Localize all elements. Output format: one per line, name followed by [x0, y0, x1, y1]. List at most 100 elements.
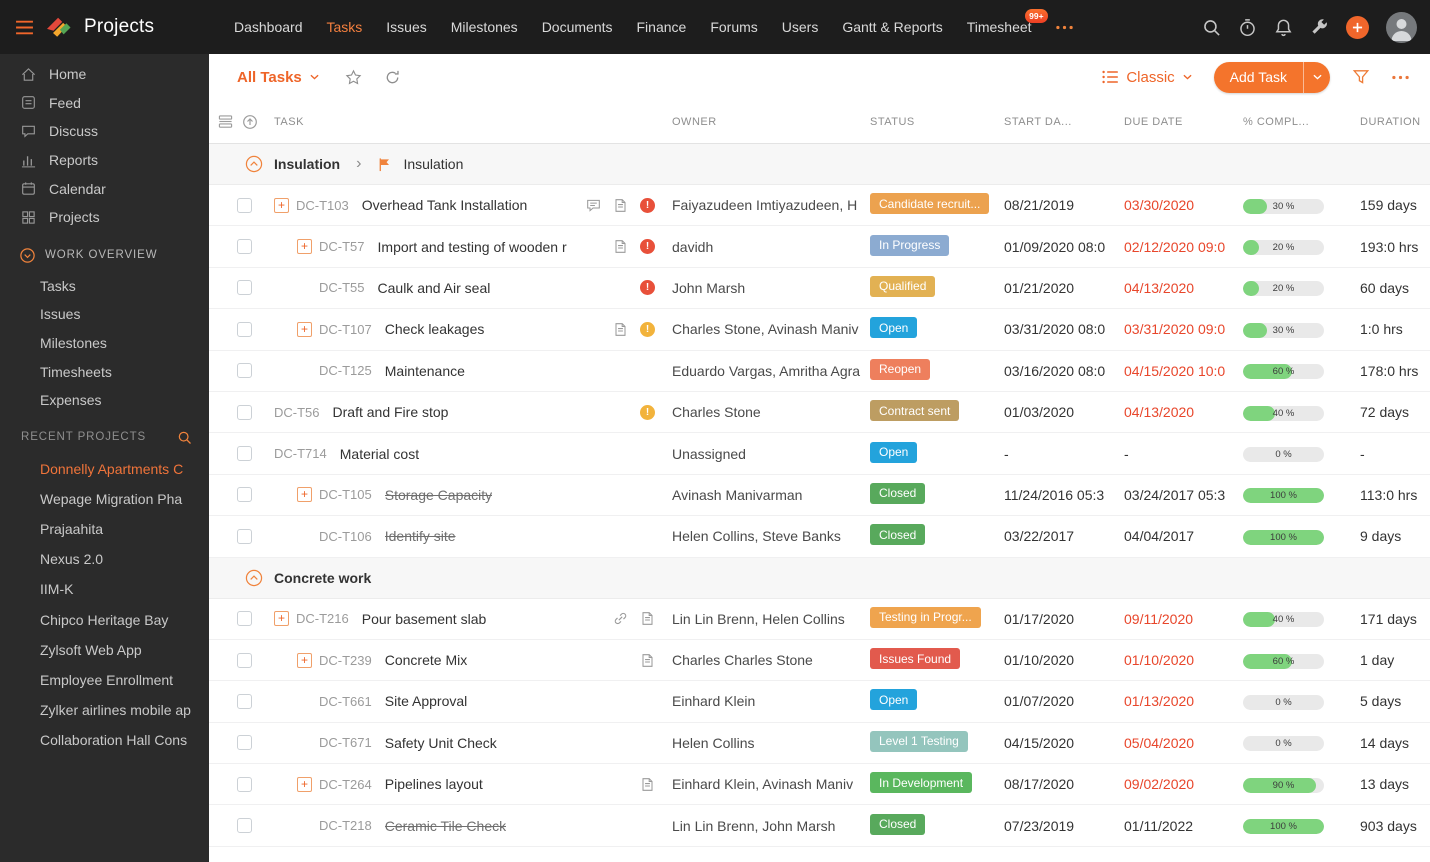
table-row[interactable]: DC-T106Identify siteHelen Collins, Steve…: [209, 516, 1430, 557]
status-badge[interactable]: Closed: [870, 814, 925, 835]
task-title[interactable]: Site Approval: [385, 693, 468, 709]
row-checkbox[interactable]: [237, 694, 252, 709]
recent-project-donnelly-apartments-c[interactable]: Donnelly Apartments C: [0, 454, 209, 484]
table-row[interactable]: +DC-T264Pipelines layoutEinhard Klein, A…: [209, 764, 1430, 805]
work-overview-item-expenses[interactable]: Expenses: [0, 386, 209, 415]
row-checkbox[interactable]: [237, 611, 252, 626]
status-badge[interactable]: Closed: [870, 524, 925, 545]
column-header-due-date[interactable]: DUE DATE: [1124, 116, 1243, 128]
work-overview-header[interactable]: WORK OVERVIEW: [0, 239, 209, 272]
table-row[interactable]: DC-T671Safety Unit CheckHelen CollinsLev…: [209, 723, 1430, 764]
column-header-task[interactable]: TASK: [274, 116, 672, 128]
task-title[interactable]: Material cost: [340, 446, 419, 462]
row-checkbox[interactable]: [237, 777, 252, 792]
row-checkbox[interactable]: [237, 653, 252, 668]
expand-subtasks-button[interactable]: +: [297, 487, 312, 502]
view-selector-dropdown[interactable]: Classic: [1102, 69, 1191, 86]
sidebar-item-discuss[interactable]: Discuss: [0, 117, 209, 146]
nav-item-tasks[interactable]: Tasks: [327, 19, 363, 35]
task-title[interactable]: Pour basement slab: [362, 611, 487, 627]
expand-subtasks-button[interactable]: +: [274, 198, 289, 213]
row-checkbox[interactable]: [237, 322, 252, 337]
recent-project-zylker-airlines-mobile-ap[interactable]: Zylker airlines mobile ap: [0, 695, 209, 725]
task-title[interactable]: Draft and Fire stop: [333, 404, 449, 420]
add-task-button[interactable]: Add Task: [1214, 62, 1303, 93]
status-badge[interactable]: Testing in Progr...: [870, 607, 981, 628]
nav-item-timesheet[interactable]: Timesheet99+: [967, 19, 1032, 35]
table-row[interactable]: DC-T661Site ApprovalEinhard KleinOpen01/…: [209, 681, 1430, 722]
tasklist-name[interactable]: Insulation: [274, 156, 340, 172]
table-row[interactable]: DC-T55Caulk and Air seal!John MarshQuali…: [209, 268, 1430, 309]
task-title[interactable]: Safety Unit Check: [385, 735, 497, 751]
work-overview-item-tasks[interactable]: Tasks: [0, 272, 209, 301]
nav-more-icon[interactable]: [1056, 25, 1073, 30]
row-checkbox[interactable]: [237, 363, 252, 378]
task-title[interactable]: Identify site: [385, 528, 456, 544]
status-badge[interactable]: Qualified: [870, 276, 935, 297]
project-search-icon[interactable]: [177, 430, 192, 445]
recent-project-collaboration-hall-cons[interactable]: Collaboration Hall Cons: [0, 725, 209, 755]
expand-subtasks-button[interactable]: +: [297, 239, 312, 254]
column-header-percent-complete[interactable]: % COMPL...: [1243, 116, 1360, 128]
recent-project-chipco-heritage-bay[interactable]: Chipco Heritage Bay: [0, 604, 209, 634]
nav-item-dashboard[interactable]: Dashboard: [234, 19, 303, 35]
task-title[interactable]: Overhead Tank Installation: [362, 197, 528, 213]
nav-item-gantt-reports[interactable]: Gantt & Reports: [842, 19, 942, 35]
status-badge[interactable]: Closed: [870, 483, 925, 504]
nav-item-milestones[interactable]: Milestones: [451, 19, 518, 35]
setup-icon[interactable]: [1310, 18, 1329, 37]
status-badge[interactable]: In Progress: [870, 235, 949, 256]
task-title[interactable]: Ceramic Tile Check: [385, 818, 506, 834]
table-row[interactable]: DC-T714Material costUnassignedOpen--0 %-: [209, 433, 1430, 474]
status-badge[interactable]: Open: [870, 689, 917, 710]
sort-order-icon[interactable]: [242, 114, 258, 130]
table-row[interactable]: +DC-T105Storage CapacityAvinash Manivarm…: [209, 475, 1430, 516]
column-header-duration[interactable]: DURATION: [1360, 116, 1430, 128]
nav-item-issues[interactable]: Issues: [386, 19, 426, 35]
timer-icon[interactable]: [1238, 18, 1257, 37]
sidebar-item-home[interactable]: Home: [0, 60, 209, 89]
status-badge[interactable]: Contract sent: [870, 400, 959, 421]
task-title[interactable]: Caulk and Air seal: [378, 280, 491, 296]
task-title[interactable]: Storage Capacity: [385, 487, 492, 503]
status-badge[interactable]: Issues Found: [870, 648, 960, 669]
hamburger-menu-icon[interactable]: [15, 20, 34, 35]
search-icon[interactable]: [1202, 18, 1221, 37]
table-row[interactable]: DC-T125MaintenanceEduardo Vargas, Amrith…: [209, 351, 1430, 392]
expand-subtasks-button[interactable]: +: [297, 777, 312, 792]
nav-item-users[interactable]: Users: [782, 19, 819, 35]
table-row[interactable]: +DC-T57Import and testing of wooden r!da…: [209, 226, 1430, 267]
status-badge[interactable]: Reopen: [870, 359, 930, 380]
nav-item-finance[interactable]: Finance: [637, 19, 687, 35]
column-header-owner[interactable]: OWNER: [672, 116, 870, 128]
expand-subtasks-button[interactable]: +: [274, 611, 289, 626]
row-checkbox[interactable]: [237, 735, 252, 750]
status-badge[interactable]: Candidate recruit...: [870, 193, 989, 214]
sidebar-item-calendar[interactable]: Calendar: [0, 174, 209, 203]
status-badge[interactable]: Level 1 Testing: [870, 731, 968, 752]
row-checkbox[interactable]: [237, 487, 252, 502]
quick-add-button[interactable]: [1346, 16, 1369, 39]
recent-project-employee-enrollment[interactable]: Employee Enrollment: [0, 665, 209, 695]
row-checkbox[interactable]: [237, 529, 252, 544]
table-row[interactable]: DC-T218Ceramic Tile CheckLin Lin Brenn, …: [209, 805, 1430, 846]
filter-icon[interactable]: [1352, 68, 1370, 86]
task-title[interactable]: Pipelines layout: [385, 776, 483, 792]
recent-project-prajaahita[interactable]: Prajaahita: [0, 514, 209, 544]
recent-project-iim-k[interactable]: IIM-K: [0, 574, 209, 604]
row-checkbox[interactable]: [237, 405, 252, 420]
nav-item-forums[interactable]: Forums: [710, 19, 757, 35]
collapse-group-icon[interactable]: [245, 569, 263, 587]
expand-subtasks-button[interactable]: +: [297, 322, 312, 337]
task-title[interactable]: Concrete Mix: [385, 652, 467, 668]
work-overview-item-issues[interactable]: Issues: [0, 300, 209, 329]
flat-view-icon[interactable]: [218, 114, 233, 129]
status-badge[interactable]: Open: [870, 317, 917, 338]
recent-project-zylsoft-web-app[interactable]: Zylsoft Web App: [0, 635, 209, 665]
task-filter-dropdown[interactable]: All Tasks: [237, 69, 319, 86]
add-task-menu-button[interactable]: [1303, 62, 1330, 93]
row-checkbox[interactable]: [237, 446, 252, 461]
work-overview-item-timesheets[interactable]: Timesheets: [0, 357, 209, 386]
collapse-group-icon[interactable]: [245, 155, 263, 173]
row-checkbox[interactable]: [237, 198, 252, 213]
